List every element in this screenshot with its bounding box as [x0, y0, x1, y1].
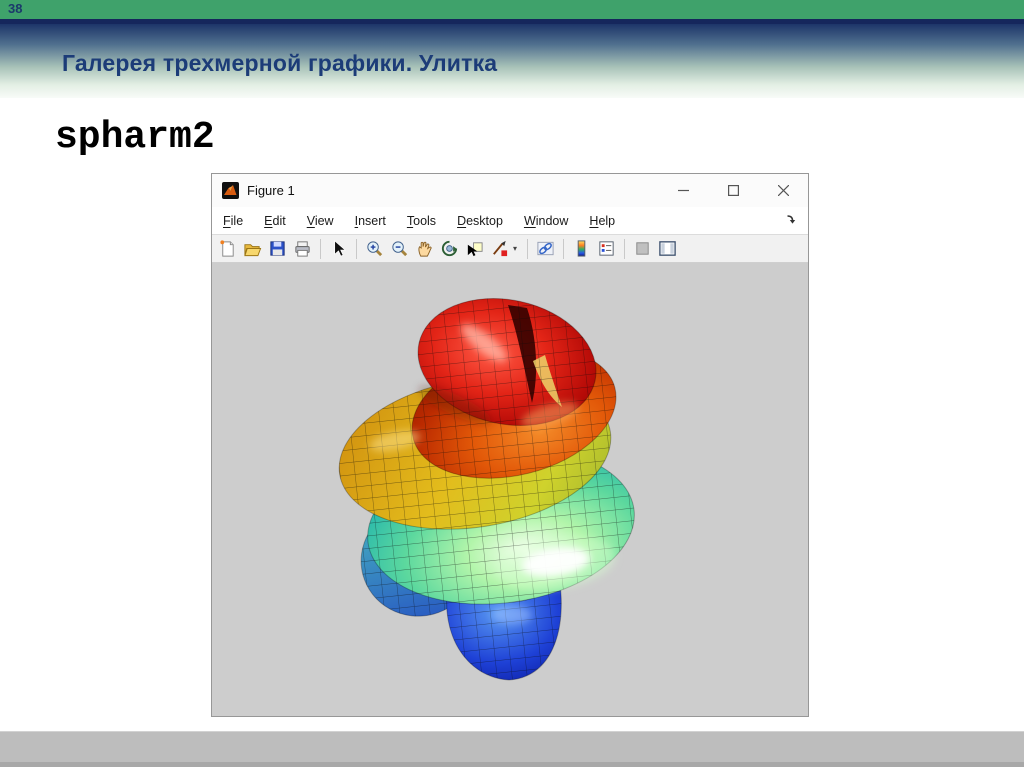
slide-number: 38 [8, 1, 23, 16]
edit-plot-pointer-icon[interactable] [327, 237, 350, 260]
menu-help[interactable]: Help [589, 214, 615, 228]
toolbar-separator [563, 238, 564, 259]
window-title: Figure 1 [247, 183, 295, 198]
brush-dropdown-icon[interactable]: ▾ [513, 244, 521, 253]
rotate-3d-icon[interactable] [438, 237, 461, 260]
maximize-icon[interactable] [708, 174, 758, 207]
surface-mesh [328, 285, 644, 680]
bottom-edge [0, 762, 1024, 767]
slide-title: Галерея трехмерной графики. Улитка [62, 50, 498, 76]
code-label: spharm2 [55, 116, 215, 159]
figure-canvas [212, 263, 808, 716]
new-figure-icon[interactable] [216, 237, 239, 260]
menu-tools[interactable]: Tools [407, 214, 436, 228]
data-cursor-icon[interactable] [463, 237, 486, 260]
pan-hand-icon[interactable] [413, 237, 436, 260]
zoom-in-icon[interactable] [363, 237, 386, 260]
window-controls [658, 174, 808, 207]
save-figure-icon[interactable] [266, 237, 289, 260]
bottom-bar [0, 731, 1024, 762]
menu-bar: File Edit View Insert Tools Desktop Wind… [212, 207, 808, 234]
slide-top-bar: 38 [0, 0, 1024, 19]
window-title-bar: Figure 1 [212, 174, 808, 207]
link-plot-icon[interactable] [534, 237, 557, 260]
close-icon[interactable] [758, 174, 808, 207]
show-plot-tools-icon[interactable] [656, 237, 679, 260]
menu-view[interactable]: View [307, 214, 334, 228]
menu-file[interactable]: File [223, 214, 243, 228]
open-file-icon[interactable] [241, 237, 264, 260]
insert-colorbar-icon[interactable] [570, 237, 593, 260]
insert-legend-icon[interactable] [595, 237, 618, 260]
toolbar-separator [624, 238, 625, 259]
brush-data-icon[interactable] [488, 237, 511, 260]
minimize-icon[interactable] [658, 174, 708, 207]
print-figure-icon[interactable] [291, 237, 314, 260]
menu-edit[interactable]: Edit [264, 214, 286, 228]
zoom-out-icon[interactable] [388, 237, 411, 260]
menu-desktop[interactable]: Desktop [457, 214, 503, 228]
toolbar-separator [527, 238, 528, 259]
matlab-logo-icon [222, 182, 239, 199]
menu-window[interactable]: Window [524, 214, 568, 228]
toolbar-separator [356, 238, 357, 259]
presentation-slide: 38 Галерея трехмерной графики. Улитка sp… [0, 0, 1024, 767]
dock-figure-arrow-icon[interactable] [785, 213, 797, 228]
figure-window: Figure 1 File Edit View Insert Tools Des… [211, 173, 809, 717]
toolbar-separator [320, 238, 321, 259]
header-band: Галерея трехмерной графики. Улитка [0, 24, 1024, 98]
tool-bar: ▾ [212, 234, 808, 263]
menu-insert[interactable]: Insert [355, 214, 386, 228]
hide-plot-tools-icon[interactable] [631, 237, 654, 260]
surface-plot [328, 285, 644, 681]
